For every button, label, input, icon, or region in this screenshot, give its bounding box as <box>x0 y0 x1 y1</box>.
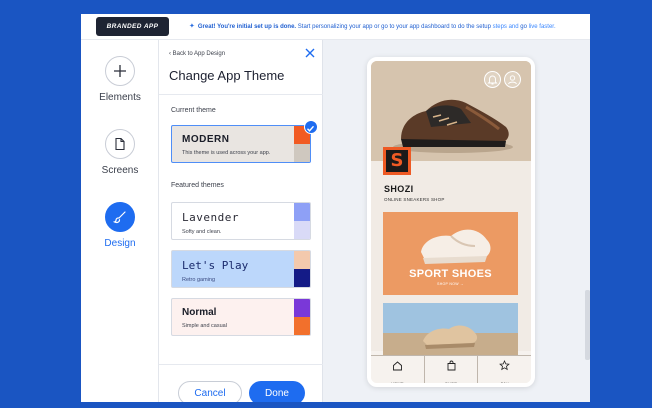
swatch <box>294 299 310 317</box>
theme-sub: This theme is used across your app. <box>182 150 271 156</box>
chevron-left-icon: ‹ <box>169 51 171 57</box>
theme-name: Lavender <box>182 211 239 224</box>
rail-label-screens: Screens <box>101 165 139 176</box>
bottom-tab-bar: HOME SHOP FAV <box>371 355 531 383</box>
theme-name: Normal <box>182 307 217 318</box>
hero-image <box>371 61 531 161</box>
rail-circle-elements <box>105 56 135 86</box>
theme-card-lets-play[interactable]: Let's Play Retro gaming <box>171 250 311 288</box>
swatch <box>294 221 310 239</box>
banner-bold-text: Great! You're initial set up is done. <box>197 24 297 30</box>
theme-sub: Retro gaming <box>182 277 216 283</box>
left-rail: Elements Screens Design <box>81 40 159 402</box>
theme-card-normal[interactable]: Normal Simple and casual <box>171 298 311 336</box>
user-icon[interactable] <box>504 71 521 88</box>
promo-banner[interactable]: SPORT SHOES SHOP NOW → <box>383 212 518 295</box>
theme-swatches <box>294 251 310 287</box>
rail-label-elements: Elements <box>99 92 141 103</box>
bag-icon <box>447 360 455 371</box>
swatch <box>294 269 310 287</box>
back-label: Back to App Design <box>172 51 226 57</box>
back-link[interactable]: ‹ Back to App Design <box>169 51 225 57</box>
brand-tagline: ONLINE SNEAKERS SHOP <box>384 197 445 202</box>
sparkle-icon: ✦ <box>189 23 195 30</box>
theme-swatches <box>294 203 310 239</box>
rail-circle-screens <box>105 129 135 159</box>
rail-item-screens[interactable]: Screens <box>81 129 159 176</box>
divider <box>159 94 323 95</box>
second-product-image <box>383 303 518 363</box>
promo-title: SPORT SHOES <box>409 268 492 280</box>
theme-swatches <box>294 299 310 335</box>
scrollbar[interactable] <box>585 290 590 360</box>
brush-icon <box>113 211 126 224</box>
promo-cta[interactable]: SHOP NOW → <box>383 282 518 286</box>
swatch <box>294 317 310 335</box>
selected-check-icon <box>304 120 318 134</box>
page-icon <box>115 137 125 151</box>
tab-label: HOME <box>390 381 404 386</box>
theme-name: MODERN <box>182 134 230 145</box>
tab-home[interactable]: HOME <box>371 356 425 383</box>
phone-preview: S SHOZI ONLINE SNEAKERS SHOP SPORT SHOES… <box>367 57 535 387</box>
banner-text: Start personalizing your app or go to yo… <box>296 24 493 30</box>
swatch <box>294 251 310 269</box>
theme-panel: ‹ Back to App Design Change App Theme Cu… <box>159 40 323 402</box>
rail-circle-design <box>105 202 135 232</box>
app-preview-area: S SHOZI ONLINE SNEAKERS SHOP SPORT SHOES… <box>323 40 590 402</box>
editor-window: BRANDED APP ✦ Great! You're initial set u… <box>81 14 590 402</box>
theme-name: Let's Play <box>182 259 249 272</box>
cancel-button[interactable]: Cancel <box>178 381 242 402</box>
current-theme-label: Current theme <box>171 107 216 114</box>
tab-fav[interactable]: FAV <box>478 356 531 383</box>
featured-themes-label: Featured themes <box>171 182 224 189</box>
branded-app-badge: BRANDED APP <box>96 17 169 36</box>
bell-icon[interactable] <box>484 71 501 88</box>
setup-banner: ✦ Great! You're initial set up is done. S… <box>189 22 589 32</box>
footer-divider <box>159 364 323 365</box>
home-icon <box>392 361 402 371</box>
rail-item-elements[interactable]: Elements <box>81 56 159 103</box>
banner-link-live[interactable]: live faster. <box>529 24 556 30</box>
banner-link-steps[interactable]: steps and <box>493 24 519 30</box>
theme-card-lavender[interactable]: Lavender Softy and clean. <box>171 202 311 240</box>
done-button[interactable]: Done <box>249 381 305 402</box>
top-bar: BRANDED APP ✦ Great! You're initial set u… <box>81 14 590 40</box>
banner-mid-text: go <box>518 24 529 30</box>
swatch <box>294 203 310 221</box>
rail-item-design[interactable]: Design <box>81 202 159 249</box>
theme-sub: Softy and clean. <box>182 229 222 235</box>
close-icon[interactable] <box>303 46 317 60</box>
current-theme-card[interactable]: MODERN This theme is used across your ap… <box>171 125 311 163</box>
brand-logo: S <box>383 147 411 175</box>
swatch <box>294 144 310 162</box>
star-icon <box>499 360 511 371</box>
brand-name: SHOZI <box>384 184 414 194</box>
theme-sub: Simple and casual <box>182 323 227 329</box>
panel-title: Change App Theme <box>169 68 285 83</box>
tab-label: SHOP <box>444 381 458 386</box>
rail-label-design: Design <box>104 238 136 249</box>
tab-label: FAV <box>500 381 509 386</box>
tab-shop[interactable]: SHOP <box>425 356 479 383</box>
logo-letter: S <box>386 150 408 172</box>
plus-icon <box>114 65 126 77</box>
